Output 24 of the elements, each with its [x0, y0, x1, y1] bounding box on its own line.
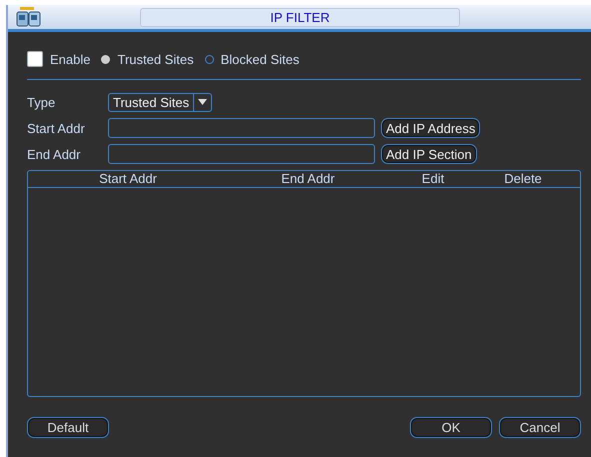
caret-icon [198, 99, 208, 105]
radio-label: Blocked Sites [220, 52, 300, 66]
column-header: End Addr [280, 171, 336, 187]
column-header: Delete [503, 171, 543, 187]
radio-button[interactable] [204, 54, 214, 64]
enable-label: Enable [50, 52, 90, 66]
end-addr-label: End Addr [27, 146, 82, 162]
type-label: Type [27, 94, 56, 110]
ok-button[interactable]: OK [410, 417, 492, 438]
start-addr-field[interactable] [108, 118, 375, 138]
column-header: Edit [420, 171, 446, 187]
cancel-button[interactable]: Cancel [499, 417, 581, 438]
end-addr-field[interactable] [108, 144, 375, 164]
default-button[interactable]: Default [27, 417, 109, 438]
radio-label: Trusted Sites [117, 52, 194, 66]
start-addr-label: Start Addr [27, 120, 86, 136]
enable-checkbox[interactable] [27, 51, 43, 67]
monitor-icon [16, 6, 42, 28]
add-ip-section-button[interactable]: Add IP Section [381, 144, 477, 164]
type-dropdown[interactable]: Trusted Sites [108, 92, 212, 112]
window-title: IP FILTER [140, 8, 460, 27]
radio-button[interactable] [101, 54, 110, 64]
add-ip-address-button[interactable]: Add IP Address [381, 118, 480, 138]
column-header: Start Addr [98, 171, 158, 187]
